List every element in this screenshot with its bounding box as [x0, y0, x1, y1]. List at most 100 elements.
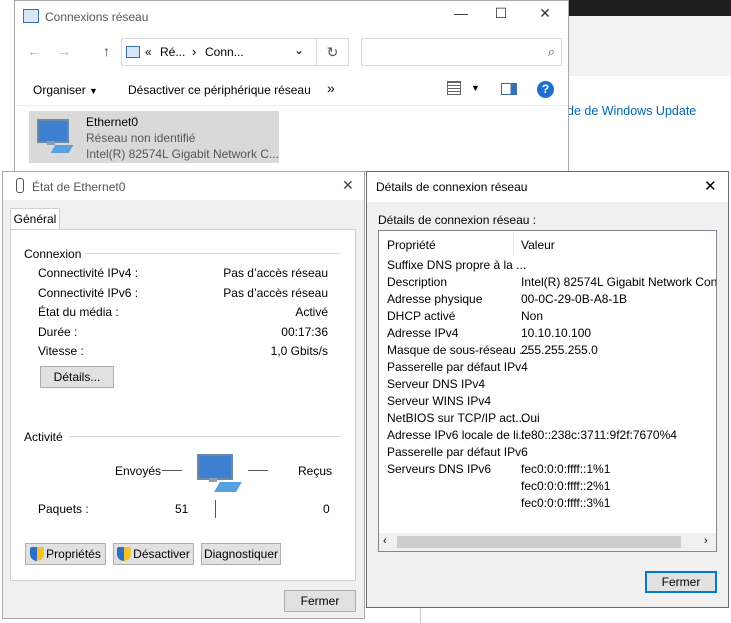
details-row-property: Description [387, 275, 448, 289]
details-row-value: fec0:0:0:ffff::1%1 [521, 462, 611, 476]
network-computers-icon [195, 452, 245, 498]
search-input[interactable]: ⌕ [361, 38, 562, 66]
details-row[interactable]: Adresse IPv6 locale de li... fe80::238c:3… [379, 427, 716, 444]
sent-label: Envoyés [115, 464, 162, 478]
details-subtitle: Détails de connexion réseau : [378, 213, 537, 227]
forward-arrow-icon[interactable]: → [57, 43, 71, 59]
status-field-value: Activé [295, 305, 328, 319]
column-header-value[interactable]: Valeur [521, 238, 555, 252]
details-row[interactable]: Passerelle par défaut IPv6 [379, 444, 716, 461]
address-folder-icon [126, 46, 140, 58]
address-bar[interactable]: « Ré... › Conn... ⌄ [121, 38, 317, 66]
details-row[interactable]: Serveurs DNS IPv6 fec0:0:0:ffff::1%1 [379, 461, 716, 478]
network-status-icon [16, 178, 24, 193]
details-row-value: 255.255.255.0 [521, 343, 598, 357]
details-row-value: 00-0C-29-0B-A8-1B [521, 292, 628, 306]
dialog-title: État de Ethernet0 [32, 180, 126, 194]
details-row-property: Passerelle par défaut IPv4 [387, 360, 528, 374]
scrollbar-thumb[interactable] [397, 536, 681, 548]
details-row-property: Serveur DNS IPv4 [387, 377, 486, 391]
group-divider [85, 253, 340, 254]
adapter-item[interactable]: Ethernet0 Réseau non identifié Intel(R) … [29, 111, 279, 163]
details-row[interactable]: Masque de sous-réseau ... 255.255.255.0 [379, 342, 716, 359]
tab-general[interactable]: Général [10, 208, 60, 230]
ethernet-status-window: État de Ethernet0 ✕ Général Connexion Co… [2, 171, 365, 619]
details-row[interactable]: Passerelle par défaut IPv4 [379, 359, 716, 376]
details-row-property: Suffixe DNS propre à la ... [387, 258, 527, 272]
connection-details-window: Détails de connexion réseau ✕ Détails de… [366, 171, 729, 608]
details-row-property: Passerelle par défaut IPv6 [387, 445, 528, 459]
windows-update-link[interactable]: de de Windows Update [567, 104, 696, 118]
network-adapter-icon [35, 117, 74, 157]
status-field-value: 00:17:36 [281, 325, 328, 339]
connection-group-label: Connexion [24, 247, 82, 261]
packets-received-value: 0 [323, 502, 330, 516]
status-field-value: Pas d’accès réseau [223, 266, 328, 280]
close-button[interactable]: Fermer [284, 590, 356, 612]
properties-button[interactable]: Propriétés [25, 543, 106, 565]
close-icon[interactable]: ✕ [342, 177, 354, 194]
status-field-value: Pas d’accès réseau [223, 286, 328, 300]
view-options-icon[interactable] [447, 81, 461, 95]
details-row[interactable]: Serveur DNS IPv4 [379, 376, 716, 393]
close-button[interactable]: Fermer [645, 571, 717, 593]
back-arrow-icon[interactable]: ← [27, 43, 41, 59]
status-field-value: 1,0 Gbits/s [270, 344, 328, 358]
details-row[interactable]: DHCP activé Non [379, 308, 716, 325]
disable-button[interactable]: Désactiver [113, 543, 194, 565]
received-line [248, 470, 268, 471]
column-header-property[interactable]: Propriété [387, 238, 436, 252]
disable-device-button[interactable]: Désactiver ce périphérique réseau [128, 83, 311, 97]
breadcrumb-item[interactable]: Conn... [205, 45, 244, 59]
view-dropdown-icon[interactable]: ▼ [471, 83, 480, 93]
diagnose-button[interactable]: Diagnostiquer [201, 543, 281, 565]
organize-menu[interactable]: Organiser ▼ [33, 83, 98, 97]
details-button[interactable]: Détails... [40, 366, 114, 388]
help-icon[interactable]: ? [537, 81, 554, 98]
details-row-property: Adresse IPv4 [387, 326, 459, 340]
details-row-value: 10.10.10.100 [521, 326, 592, 340]
chevron-down-icon[interactable]: ⌄ [294, 43, 304, 57]
status-field-label: Connectivité IPv6 : [38, 286, 139, 300]
details-row-property: NetBIOS sur TCP/IP act... [387, 411, 526, 425]
up-arrow-icon[interactable]: ↑ [103, 43, 110, 59]
details-row[interactable]: fec0:0:0:ffff::3%1 [379, 495, 716, 512]
details-row-value: Non [521, 309, 544, 323]
minimize-icon[interactable]: — [451, 5, 471, 21]
received-label: Reçus [298, 464, 333, 478]
scroll-left-icon[interactable]: ‹ [383, 535, 387, 547]
adapter-name: Ethernet0 [86, 115, 139, 129]
status-field-label: Vitesse : [38, 344, 84, 358]
details-row-property: Adresse physique [387, 292, 483, 306]
details-row[interactable]: fec0:0:0:ffff::2%1 [379, 478, 716, 495]
details-row[interactable]: Adresse IPv4 10.10.10.100 [379, 325, 716, 342]
details-row[interactable]: Suffixe DNS propre à la ... [379, 257, 716, 274]
close-icon[interactable]: ✕ [704, 177, 717, 195]
details-row-property: Masque de sous-réseau ... [387, 343, 530, 357]
details-row[interactable]: Adresse physique 00-0C-29-0B-A8-1B [379, 291, 716, 308]
details-row[interactable]: Description Intel(R) 82574L Gigabit Netwo… [379, 274, 716, 291]
network-folder-icon [23, 9, 39, 23]
breadcrumb-prefix: « [145, 45, 152, 59]
refresh-button[interactable]: ↻ [317, 38, 349, 66]
status-field-label: Durée : [38, 325, 78, 339]
shield-icon [117, 547, 132, 561]
more-commands-button[interactable]: » [327, 80, 335, 96]
details-row[interactable]: NetBIOS sur TCP/IP act... Oui [379, 410, 716, 427]
details-row-value: fec0:0:0:ffff::3%1 [521, 496, 611, 510]
details-list[interactable]: Propriété Valeur Suffixe DNS propre à la… [378, 230, 717, 552]
status-field-label: Connectivité IPv4 : [38, 266, 139, 280]
close-icon[interactable]: ✕ [535, 5, 555, 22]
details-row[interactable]: Serveur WINS IPv4 [379, 393, 716, 410]
maximize-icon[interactable]: ☐ [491, 5, 511, 22]
details-row-value: fec0:0:0:ffff::2%1 [521, 479, 611, 493]
activity-group-label: Activité [24, 430, 63, 444]
scroll-right-icon[interactable]: › [704, 535, 708, 547]
adapter-device: Intel(R) 82574L Gigabit Network C... [86, 147, 279, 161]
preview-pane-icon[interactable] [501, 83, 517, 95]
breadcrumb-item[interactable]: Ré... [160, 45, 185, 59]
horizontal-scrollbar[interactable]: ‹ › [379, 533, 716, 551]
dropdown-arrow-icon: ▼ [89, 86, 98, 96]
packets-label: Paquets : [38, 502, 89, 516]
dialog-title: Détails de connexion réseau [376, 180, 528, 194]
